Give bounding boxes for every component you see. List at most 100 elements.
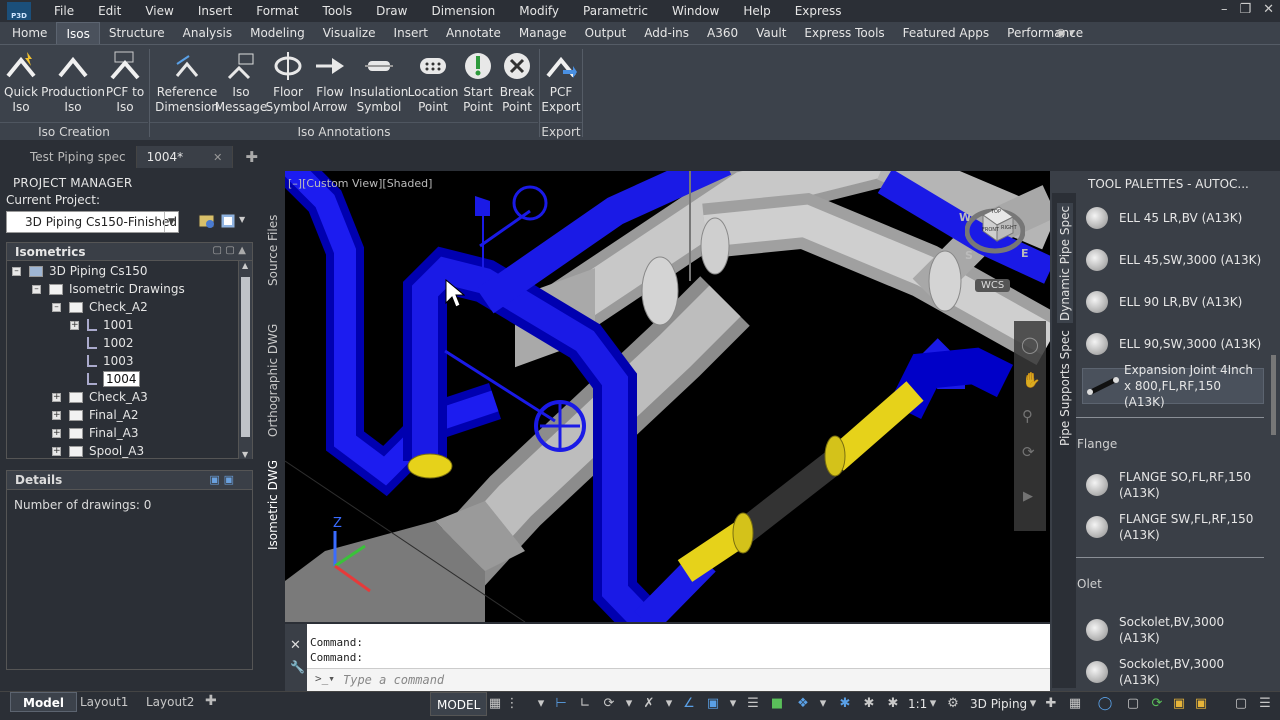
tree-node-spool-a3[interactable]: + Spool_A3	[52, 442, 144, 460]
showmotion-icon[interactable]: ▶	[1023, 489, 1033, 504]
menu-modify[interactable]: Modify	[507, 4, 571, 18]
palette-item-flange-so[interactable]: FLANGE SO,FL,RF,150 (A13K)	[1086, 469, 1264, 501]
customization-menu-icon[interactable]: ☰	[1256, 695, 1274, 713]
dropdown-arrow-icon[interactable]: ▾	[1024, 695, 1042, 713]
steering-wheel-icon[interactable]: ◯	[1021, 335, 1039, 354]
layout-tab-model[interactable]: Model	[10, 692, 78, 712]
viewcube[interactable]: TOP FRONT RIGHT W S E	[959, 201, 1029, 262]
collapse-icon[interactable]: –	[52, 302, 61, 312]
panel-buttons-icon[interactable]: ▢ ▢ ▲	[212, 245, 246, 256]
tree-node-1004[interactable]: 1004	[87, 370, 140, 388]
palette-item-sockolet-1[interactable]: Sockolet,BV,3000 (A13K)	[1086, 614, 1264, 646]
lineweight-icon[interactable]: ☰	[744, 695, 762, 713]
project-settings-icon[interactable]	[220, 212, 238, 230]
menu-draw[interactable]: Draw	[364, 4, 419, 18]
orbit-icon[interactable]: ⟳	[1022, 443, 1035, 461]
expand-icon[interactable]: +	[52, 446, 61, 456]
polar-icon[interactable]: ∟	[576, 695, 594, 713]
tree-node-1002[interactable]: 1002	[87, 334, 134, 352]
section-olet[interactable]: Olet	[1077, 577, 1102, 591]
annotation-visibility-icon[interactable]: ✱	[836, 695, 854, 713]
quick-iso-button[interactable]: Quick Iso	[3, 49, 39, 125]
close-tab-icon[interactable]: ✕	[213, 151, 222, 164]
ortho-icon[interactable]: ⊢	[552, 695, 570, 713]
layout-tab-layout1[interactable]: Layout1	[68, 692, 140, 712]
dropdown-arrow-icon[interactable]: ▾	[924, 695, 942, 713]
menu-view[interactable]: View	[133, 4, 185, 18]
menu-edit[interactable]: Edit	[86, 4, 133, 18]
scroll-up-icon[interactable]: ▲	[242, 261, 248, 270]
crosshair-icon[interactable]: ✚	[1042, 695, 1060, 713]
hardware-acceleration-icon[interactable]: ▢	[1124, 695, 1142, 713]
tab-insert[interactable]: Insert	[385, 22, 437, 44]
tree-scrollbar[interactable]: ▲ ▼	[238, 261, 252, 459]
menu-express[interactable]: Express	[783, 4, 854, 18]
tab-modeling[interactable]: Modeling	[241, 22, 314, 44]
tab-home[interactable]: Home	[3, 22, 56, 44]
iso-message-button[interactable]: Iso Message	[215, 49, 267, 125]
tab-output[interactable]: Output	[576, 22, 636, 44]
tree-node-final-a2[interactable]: + Final_A2	[52, 406, 139, 424]
minimize-icon[interactable]: –	[1221, 2, 1228, 17]
expand-icon[interactable]: +	[52, 428, 61, 438]
tab-isometric-dwg[interactable]: Isometric DWG	[264, 455, 282, 555]
insulation-symbol-button[interactable]: Insulation Symbol	[350, 49, 408, 125]
units-icon[interactable]: ▦	[1066, 695, 1084, 713]
palette-item-ell90-sw[interactable]: ELL 90,SW,3000 (A13K)	[1086, 333, 1264, 355]
restore-icon[interactable]: ❐	[1239, 2, 1251, 17]
tab-vault[interactable]: Vault	[747, 22, 795, 44]
current-project-select[interactable]: 3D Piping Cs150-Finished ▼	[6, 211, 179, 233]
dropdown-arrow-icon[interactable]: ▾	[660, 695, 678, 713]
tab-source-files[interactable]: Source Files	[264, 200, 282, 300]
tree-node-1001[interactable]: + 1001	[70, 316, 134, 334]
tree-node-project[interactable]: – 3D Piping Cs150	[12, 262, 148, 280]
production-iso-button[interactable]: Production Iso	[41, 49, 105, 125]
collapse-icon[interactable]: –	[32, 284, 41, 294]
file-tab-1004[interactable]: 1004* ✕	[136, 146, 234, 168]
break-point-button[interactable]: Break Point	[498, 49, 536, 125]
section-flange[interactable]: Flange	[1077, 437, 1117, 451]
palette-item-expansion-joint[interactable]: Expansion Joint 4Inch x 800,FL,RF,150 (A…	[1082, 363, 1264, 409]
3d-osnap-icon[interactable]: ❖	[794, 695, 812, 713]
location-point-button[interactable]: Location Point	[408, 49, 458, 125]
tab-a360[interactable]: A360	[698, 22, 747, 44]
auto-scale-icon[interactable]: ✱	[860, 695, 878, 713]
tree-node-1003[interactable]: 1003	[87, 352, 134, 370]
customize-icon[interactable]: 🔧	[290, 660, 305, 674]
close-icon[interactable]: ✕	[1263, 2, 1274, 17]
model-space-button[interactable]: MODEL	[430, 692, 488, 716]
model-viewport[interactable]: [–][Custom View][Shaded] Z TOP FRONT RIG…	[285, 171, 1050, 622]
tab-manage[interactable]: Manage	[510, 22, 576, 44]
tree-node-check-a3[interactable]: + Check_A3	[52, 388, 148, 406]
workspace-name[interactable]: 3D Piping	[970, 697, 1027, 711]
dropdown-arrow-icon[interactable]: ▾	[814, 695, 832, 713]
palette-item-ell45-lr-bv[interactable]: ELL 45 LR,BV (A13K)	[1086, 207, 1264, 229]
expand-icon[interactable]: +	[70, 320, 79, 330]
tab-analysis[interactable]: Analysis	[174, 22, 241, 44]
scrollbar-thumb[interactable]	[241, 277, 250, 437]
menu-format[interactable]: Format	[244, 4, 310, 18]
tab-add-ins[interactable]: Add-ins	[635, 22, 698, 44]
palette-item-ell90-lr-bv[interactable]: ELL 90 LR,BV (A13K)	[1086, 291, 1264, 313]
palette-item-ell45-sw[interactable]: ELL 45,SW,3000 (A13K)	[1086, 249, 1264, 271]
tree-node-check-a2[interactable]: – Check_A2	[52, 298, 148, 316]
menu-dimension[interactable]: Dimension	[419, 4, 507, 18]
isodraft-icon[interactable]: ⟳	[600, 695, 618, 713]
tab-orthographic-dwg[interactable]: Orthographic DWG	[264, 320, 282, 440]
scroll-down-icon[interactable]: ▼	[242, 450, 248, 459]
close-command-icon[interactable]: ✕	[290, 638, 301, 653]
dropdown-arrow-icon[interactable]: ▼	[239, 215, 245, 224]
details-buttons-icon[interactable]: ▣ ▣	[209, 473, 234, 486]
linewidth-icon[interactable]: ∠	[680, 695, 698, 713]
menu-help[interactable]: Help	[731, 4, 782, 18]
snap-icon[interactable]: ⋮	[503, 695, 521, 713]
wcs-menu[interactable]: WCS	[975, 279, 1011, 292]
tab-featured-apps[interactable]: Featured Apps	[894, 22, 998, 44]
palette-scrollbar[interactable]	[1271, 355, 1276, 435]
command-input[interactable]: >_▾ Type a command	[307, 668, 1050, 691]
layout-tab-layout2[interactable]: Layout2	[134, 692, 206, 712]
pcf-to-iso-button[interactable]: PCF to Iso	[106, 49, 144, 125]
grid-icon[interactable]: ▦	[486, 695, 504, 713]
pan-icon[interactable]: ✋	[1022, 371, 1041, 389]
palette-item-sockolet-2[interactable]: Sockolet,BV,3000 (A13K)	[1086, 656, 1264, 688]
